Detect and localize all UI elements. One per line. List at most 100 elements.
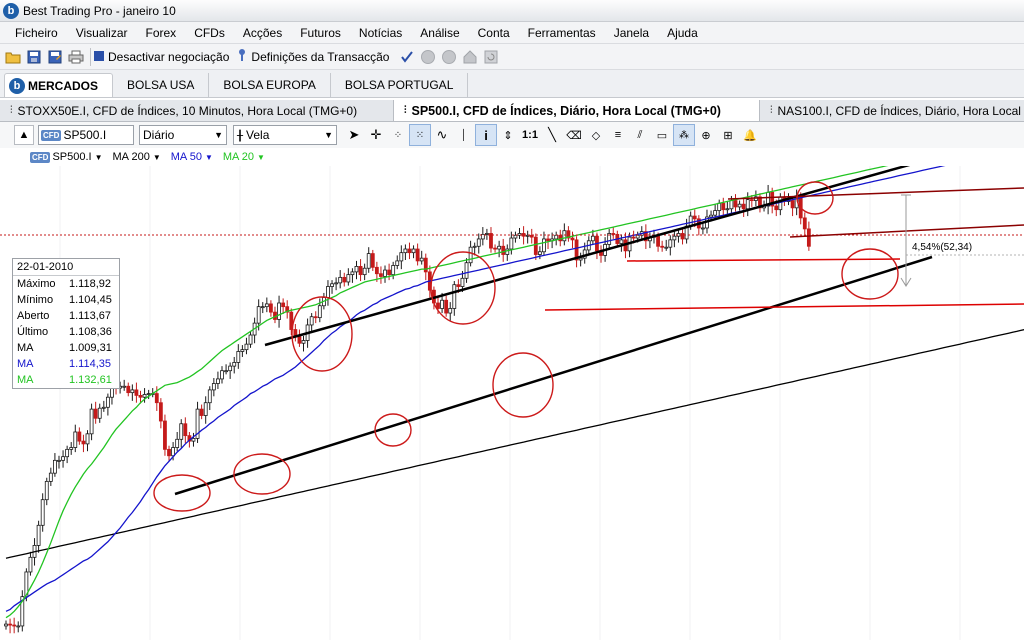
candle	[175, 431, 180, 452]
tab-bolsa-europa[interactable]: BOLSA EUROPA	[209, 73, 331, 97]
shapes-icon[interactable]: ◇	[585, 124, 607, 146]
candle	[8, 618, 12, 634]
legend-ma50[interactable]: MA 50 ▼	[171, 151, 213, 163]
home-icon[interactable]	[460, 47, 480, 67]
transaction-settings-button[interactable]: Definições da Transacção	[237, 48, 389, 65]
candle-body	[701, 227, 705, 230]
candle-body	[411, 248, 416, 254]
menu-janela[interactable]: Janela	[605, 22, 658, 44]
tab-bolsa-portugal[interactable]: BOLSA PORTUGAL	[331, 73, 469, 97]
chart-type-select[interactable]: ╂ Vela ▼	[233, 125, 337, 145]
legend-ma200[interactable]: MA 200 ▼	[113, 151, 161, 163]
dot-grid-icon[interactable]: ⁘	[387, 124, 409, 146]
symbol-input[interactable]: CFD SP500.I	[38, 125, 134, 145]
menu-ajuda[interactable]: Ajuda	[658, 22, 707, 44]
print-icon[interactable]	[66, 47, 86, 67]
candle-body	[383, 269, 387, 277]
pin-icon	[237, 48, 247, 65]
menu-cfds[interactable]: CFDs	[185, 22, 234, 44]
candle-body	[12, 624, 17, 627]
menu-noticias[interactable]: Notícias	[350, 22, 411, 44]
support-line	[626, 258, 901, 262]
candle	[411, 245, 416, 259]
candle-body	[399, 252, 404, 262]
price-chart[interactable]: 4,54%(52,34)	[0, 166, 1024, 640]
menu-futuros[interactable]: Futuros	[291, 22, 350, 44]
legend-symbol[interactable]: CFD SP500.I ▼	[30, 151, 103, 163]
candle	[525, 230, 530, 244]
candle	[4, 620, 8, 630]
candle-body	[53, 459, 57, 474]
legend-ma20[interactable]: MA 20 ▼	[223, 151, 265, 163]
candle-body	[741, 203, 746, 210]
collapse-up-icon[interactable]: ▲	[14, 125, 34, 145]
eraser-icon[interactable]: ⌫	[563, 124, 585, 146]
candle	[721, 197, 726, 217]
candle	[366, 247, 371, 273]
candle	[73, 424, 78, 453]
candle	[264, 297, 269, 313]
chart-tab-sp500[interactable]: ⫶ SP500.I, CFD de Índices, Diário, Hora …	[394, 100, 760, 121]
open-folder-icon[interactable]	[3, 47, 23, 67]
candle	[639, 226, 644, 239]
menu-analise[interactable]: Análise	[411, 22, 468, 44]
candle-body	[269, 303, 273, 313]
timeframe-select[interactable]: Diário ▼	[139, 125, 227, 145]
candle	[93, 401, 98, 424]
alarm-bell-icon[interactable]: 🔔	[739, 124, 761, 146]
candle	[501, 238, 506, 262]
candle-body	[485, 233, 489, 235]
candle-body	[611, 233, 616, 235]
cursor-arrow-icon[interactable]: ➤	[343, 124, 365, 146]
chevron-down-icon: ▼	[94, 152, 103, 162]
indicators-icon[interactable]: ∿	[431, 124, 453, 146]
zoom-out-icon[interactable]: ⊞	[717, 124, 739, 146]
refresh-icon[interactable]	[481, 47, 501, 67]
checkmark-icon[interactable]	[397, 47, 417, 67]
chart-tab-label: NAS100.I, CFD de Índices, Diário, Hora L…	[777, 103, 1024, 118]
save-as-icon[interactable]	[45, 47, 65, 67]
candle-body	[725, 208, 730, 211]
menu-visualizar[interactable]: Visualizar	[67, 22, 137, 44]
candle-body	[16, 625, 21, 628]
forward-icon[interactable]	[439, 47, 459, 67]
row-label: MA	[17, 374, 34, 386]
crosshair-icon[interactable]: ✛	[365, 124, 387, 146]
info-icon[interactable]: i	[475, 124, 497, 146]
menu-conta[interactable]: Conta	[469, 22, 519, 44]
back-icon[interactable]	[418, 47, 438, 67]
candle-body	[464, 262, 469, 279]
menu-accoes[interactable]: Acções	[234, 22, 291, 44]
menu-forex[interactable]: Forex	[137, 22, 186, 44]
grid-toggle-icon[interactable]: ⁙	[409, 124, 431, 146]
candle	[517, 227, 522, 239]
candle-body	[73, 431, 78, 448]
menu-ferramentas[interactable]: Ferramentas	[519, 22, 605, 44]
trend-line-icon[interactable]: ╲	[541, 124, 563, 146]
autoscroll-icon[interactable]: ⁂	[673, 124, 695, 146]
candle	[101, 400, 106, 412]
channel-icon[interactable]: ⫽	[629, 124, 651, 146]
candle-body	[183, 423, 188, 437]
candle-body	[236, 351, 241, 363]
zoom-in-icon[interactable]: ⊕	[695, 124, 717, 146]
menu-ficheiro[interactable]: Ficheiro	[6, 22, 67, 44]
deactivate-trading-button[interactable]: Desactivar negociação	[94, 50, 229, 64]
save-icon[interactable]	[24, 47, 44, 67]
tab-bolsa-usa[interactable]: BOLSA USA	[113, 73, 210, 97]
chart-tab-stoxx50e[interactable]: ⫶ STOXX50E.I, CFD de Índices, 10 Minutos…	[0, 100, 394, 121]
candle	[179, 419, 184, 448]
candle-body	[97, 407, 102, 419]
text-tool-icon[interactable]: ▭	[651, 124, 673, 146]
candle-body	[505, 248, 510, 255]
tab-mercados[interactable]: b MERCADOS	[4, 73, 114, 97]
legend-symbol-label: SP500.I	[52, 151, 92, 163]
chart-tab-nas100[interactable]: ⫶ NAS100.I, CFD de Índices, Diário, Hora…	[760, 100, 1024, 121]
fibonacci-icon[interactable]: ≡	[607, 124, 629, 146]
scale-icon[interactable]: ⇕	[497, 124, 519, 146]
ratio-button[interactable]: 1:1	[519, 124, 541, 146]
candle	[220, 366, 224, 384]
candle-body	[444, 299, 449, 314]
candle	[379, 266, 383, 284]
candle-body	[423, 257, 428, 273]
